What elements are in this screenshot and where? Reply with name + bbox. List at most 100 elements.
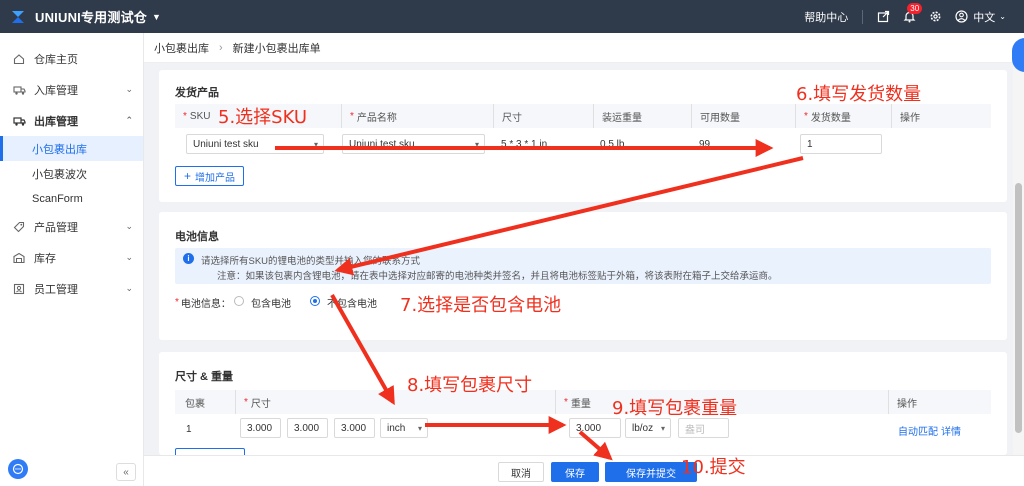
help-center-link[interactable]: 帮助中心 <box>804 9 848 25</box>
annotation-step-6: 6.填写发货数量 <box>796 84 922 105</box>
col-available: 可用数量 <box>691 104 740 128</box>
sidebar-item-inbound[interactable]: 入库管理 ⌄ <box>0 74 143 105</box>
logo-icon <box>12 10 24 23</box>
sidebar-subitem-small-parcel-outbound[interactable]: 小包裹出库 <box>0 136 143 161</box>
annotation-step-5: 5.选择SKU <box>218 107 308 128</box>
col-weight: * 重量 <box>555 390 591 414</box>
breadcrumb-parent[interactable]: 小包裹出库 <box>154 40 209 56</box>
floating-action-button[interactable] <box>1012 38 1024 72</box>
breadcrumb: 小包裹出库 › 新建小包裹出库单 <box>144 33 1024 63</box>
sidebar-subitem-small-parcel-wave[interactable]: 小包裹波次 <box>0 161 143 186</box>
add-product-button[interactable]: + 增加产品 <box>175 166 245 186</box>
sidebar-item-outbound[interactable]: 出库管理 ⌃ <box>0 105 143 136</box>
col-product-name: * 产品名称 <box>341 104 397 128</box>
col-size: 尺寸 <box>493 104 522 128</box>
radio-label-include: 包含电池 <box>251 299 291 310</box>
chevron-up-icon: ⌃ <box>125 115 133 125</box>
language-label: 中文 <box>973 11 996 24</box>
radio-no-battery[interactable] <box>310 296 320 306</box>
sidebar-item-products[interactable]: 产品管理 ⌄ <box>0 211 143 242</box>
add-package-button-partial[interactable] <box>175 448 245 455</box>
height-input[interactable]: 3.000 <box>334 418 375 438</box>
package-number: 1 <box>186 424 192 435</box>
auto-match-link[interactable]: 自动匹配 <box>898 423 938 438</box>
battery-card: 电池信息 i 请选择所有SKU的锂电池的类型并输入您的联系方式 注意：如果该包裹… <box>159 212 1007 340</box>
sidebar-item-inventory[interactable]: 库存 ⌄ <box>0 242 143 273</box>
brand-switcher[interactable]: UNIUNI专用测试仓 ▼ <box>0 0 161 33</box>
annotation-step-7: 7.选择是否包含电池 <box>400 295 562 316</box>
caret-down-icon: ▾ <box>660 423 665 433</box>
collapse-sidebar-button[interactable]: « <box>116 463 136 481</box>
weight-unit-select[interactable]: lb/oz ▾ <box>625 418 671 438</box>
sidebar-item-home[interactable]: 仓库主页 <box>0 43 143 74</box>
col-weight: 装运重量 <box>593 104 642 128</box>
breadcrumb-current: 新建小包裹出库单 <box>232 42 321 55</box>
home-icon <box>12 52 26 66</box>
section-title: 电池信息 <box>175 231 219 243</box>
annotation-step-9: 9.填写包裹重量 <box>612 398 738 419</box>
export-icon[interactable] <box>875 9 891 25</box>
chevron-down-icon: ⌄ <box>125 252 133 262</box>
caret-down-icon: ▾ <box>313 139 318 149</box>
radio-label-exclude: 不包含电池 <box>327 299 377 310</box>
notification-badge: 30 <box>907 2 923 14</box>
width-input[interactable]: 3.000 <box>287 418 328 438</box>
user-icon <box>953 9 969 25</box>
product-name-select[interactable]: Uniuni test sku ▾ <box>342 134 485 154</box>
col-actions: 操作 <box>888 390 917 414</box>
sidebar: 仓库主页 入库管理 ⌄ 出库管理 ⌃ 小包裹出库 小包裹波次 ScanForm … <box>0 33 144 486</box>
plus-icon: + <box>184 169 192 183</box>
bell-icon[interactable]: 30 <box>901 2 923 25</box>
caret-down-icon: ▾ <box>474 139 479 149</box>
col-package: 包裹 <box>185 398 205 410</box>
col-sku: * SKU <box>183 110 211 122</box>
info-text: 请选择所有SKU的锂电池的类型并输入您的联系方式 <box>201 256 421 267</box>
sidebar-item-staff[interactable]: 员工管理 ⌄ <box>0 273 143 304</box>
chevron-down-icon: ⌄ <box>999 12 1006 21</box>
ounce-input[interactable]: 盎司 <box>678 418 729 438</box>
sku-select[interactable]: Uniuni test sku ▾ <box>186 134 324 154</box>
col-actions: 操作 <box>891 104 920 128</box>
sidebar-item-label: 出库管理 <box>34 115 78 128</box>
sidebar-item-label: 员工管理 <box>34 283 78 296</box>
truck-out-icon <box>12 114 26 128</box>
section-title: 尺寸 & 重量 <box>175 371 234 383</box>
caret-down-icon: ▾ <box>417 423 422 433</box>
quantity-input[interactable]: 1 <box>800 134 882 154</box>
chevron-down-icon: ⌄ <box>125 84 133 94</box>
battery-info-box: i 请选择所有SKU的锂电池的类型并输入您的联系方式 注意：如果该包裹内含锂电池… <box>175 248 991 284</box>
col-dimension: * 尺寸 <box>235 390 271 414</box>
weight-input[interactable]: 3.000 <box>569 418 621 438</box>
sidebar-item-label: 仓库主页 <box>34 53 78 66</box>
scrollbar[interactable] <box>1013 63 1024 455</box>
warehouse-icon <box>12 251 26 265</box>
size-value: 5 * 3 * 1 in <box>501 139 548 150</box>
chat-icon[interactable] <box>8 459 28 479</box>
save-button[interactable]: 保存 <box>551 462 599 482</box>
annotation-step-10: 10.提交 <box>681 457 746 478</box>
length-input[interactable]: 3.000 <box>240 418 281 438</box>
radio-include-battery[interactable] <box>234 296 244 306</box>
col-quantity: * 发货数量 <box>795 104 851 128</box>
details-link[interactable]: 详情 <box>941 423 961 438</box>
staff-icon <box>12 282 26 296</box>
cancel-button[interactable]: 取消 <box>498 462 544 482</box>
available-value: 99 <box>699 139 711 150</box>
footer-bar: 取消 保存 保存并提交 <box>144 455 1024 486</box>
sidebar-subitem-scanform[interactable]: ScanForm <box>0 186 143 211</box>
chevron-right-icon: › <box>219 41 223 54</box>
gear-icon[interactable] <box>927 9 943 25</box>
size-unit-select[interactable]: inch ▾ <box>380 418 428 438</box>
weight-value: 0.5 lb <box>600 139 625 150</box>
brand-name: UNIUNI专用测试仓 <box>35 10 147 25</box>
section-title: 发货产品 <box>175 87 219 99</box>
caret-down-icon: ▼ <box>151 11 161 22</box>
info-icon: i <box>183 253 194 264</box>
chevron-down-icon: ⌄ <box>125 283 133 293</box>
language-switcher[interactable]: 中文 ⌄ <box>953 9 1006 25</box>
chevron-down-icon: ⌄ <box>125 221 133 231</box>
scroll-thumb[interactable] <box>1015 183 1022 433</box>
top-bar: UNIUNI专用测试仓 ▼ 帮助中心 30 中文 ⌄ <box>0 0 1024 33</box>
dimension-card: 尺寸 & 重量 包裹 * 尺寸 * 重量 操作 1 3.000 3.000 3.00… <box>159 352 1007 455</box>
annotation-step-8: 8.填写包裹尺寸 <box>407 375 533 396</box>
